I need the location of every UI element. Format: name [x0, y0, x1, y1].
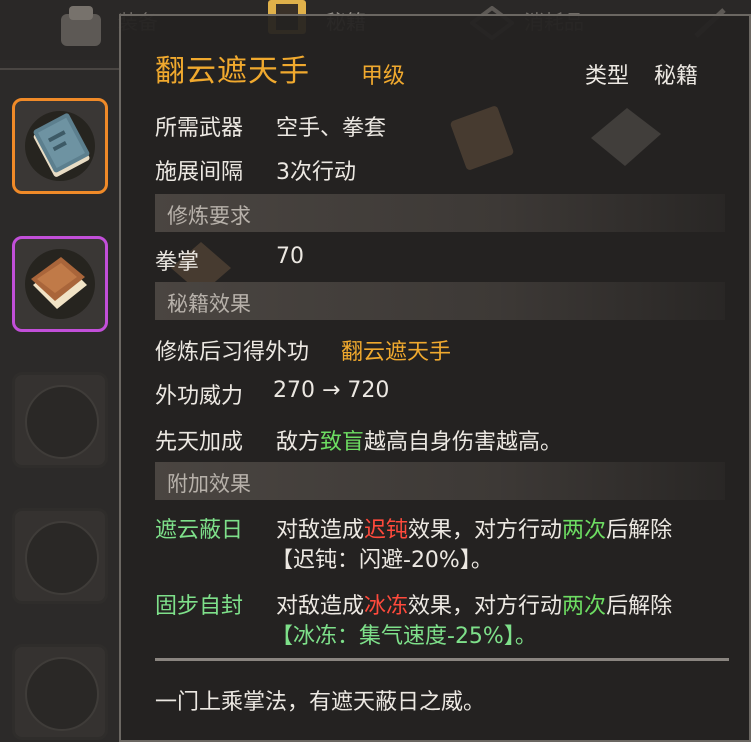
weapon-label: 所需武器: [155, 116, 244, 141]
innate-keyword: 致盲: [320, 430, 365, 455]
power-value: 270 → 720: [273, 378, 390, 403]
status-name: 冰冻: [364, 594, 409, 619]
book-icon: [591, 108, 661, 166]
requirement-skill-label: 拳掌: [155, 250, 200, 275]
effect-text-mid: 效果，对方行动: [408, 594, 563, 619]
effect-text-pre: 对敌造成: [276, 518, 365, 543]
turn-count: 两次: [562, 518, 607, 543]
skill-grade: 甲级: [361, 64, 406, 89]
divider: [0, 68, 120, 70]
inventory-slot-empty[interactable]: [12, 372, 108, 468]
skill-name: 翻云遮天手: [155, 54, 310, 89]
interval-label: 施展间隔: [155, 160, 244, 185]
extra-effect-detail: 【冰冻：集气速度-25%】。: [271, 624, 537, 649]
innate-text-post: 越高自身伤害越高。: [364, 430, 563, 455]
section-header-extra-effects: 附加效果: [155, 462, 725, 500]
extra-effect-detail: 【迟钝：闪避-20%】。: [271, 548, 493, 573]
effect-text-pre: 对敌造成: [276, 594, 365, 619]
slot-ring: [25, 657, 99, 731]
inventory-slot-empty[interactable]: [12, 508, 108, 604]
extra-effect-name: 遮云蔽日: [155, 518, 244, 543]
status-name: 迟钝: [364, 518, 409, 543]
type-value: 秘籍: [654, 64, 699, 89]
type-label: 类型: [585, 64, 630, 89]
equipment-icon: [61, 6, 101, 46]
effect-text-mid: 效果，对方行动: [408, 518, 563, 543]
innate-text-pre: 敌方: [276, 430, 321, 455]
book-icon: [450, 106, 514, 170]
inventory-slot-empty[interactable]: [12, 644, 108, 740]
section-header-requirements: 修炼要求: [155, 194, 725, 232]
brown-book-icon: [31, 257, 87, 309]
effect-text-post: 后解除: [606, 518, 673, 543]
extra-effect-desc: 对敌造成迟钝效果，对方行动两次后解除: [276, 512, 672, 544]
learned-skill-label: 修炼后习得外功: [155, 340, 310, 365]
extra-effect-name: 固步自封: [155, 594, 244, 619]
learned-skill-value: 翻云遮天手: [341, 340, 452, 365]
power-label: 外功威力: [155, 384, 244, 409]
section-title: 附加效果: [167, 472, 251, 496]
innate-bonus-label: 先天加成: [155, 430, 244, 455]
flavor-text: 一门上乘掌法，有遮天蔽日之威。: [155, 690, 486, 715]
effect-text-post: 后解除: [606, 594, 673, 619]
innate-bonus-text: 敌方致盲越高自身伤害越高。: [276, 424, 562, 456]
turn-count: 两次: [562, 594, 607, 619]
slot-ring: [25, 521, 99, 595]
interval-value: 3次行动: [276, 160, 356, 185]
weapon-value: 空手、拳套: [276, 116, 387, 141]
slot-ring: [25, 385, 99, 459]
section-title: 修炼要求: [167, 204, 251, 228]
blue-book-icon: [33, 113, 90, 177]
divider: [155, 658, 729, 661]
inventory-slot-selected[interactable]: [12, 98, 108, 194]
extra-effect-desc: 对敌造成冰冻效果，对方行动两次后解除: [276, 588, 672, 620]
section-header-effects: 秘籍效果: [155, 282, 725, 320]
inventory-slot-secret-book[interactable]: [12, 236, 108, 332]
item-tooltip-panel: 翻云遮天手 甲级 类型 秘籍 所需武器 空手、拳套 施展间隔 3次行动 修炼要求…: [119, 14, 751, 742]
section-title: 秘籍效果: [167, 292, 251, 316]
requirement-skill-value: 70: [276, 244, 304, 269]
